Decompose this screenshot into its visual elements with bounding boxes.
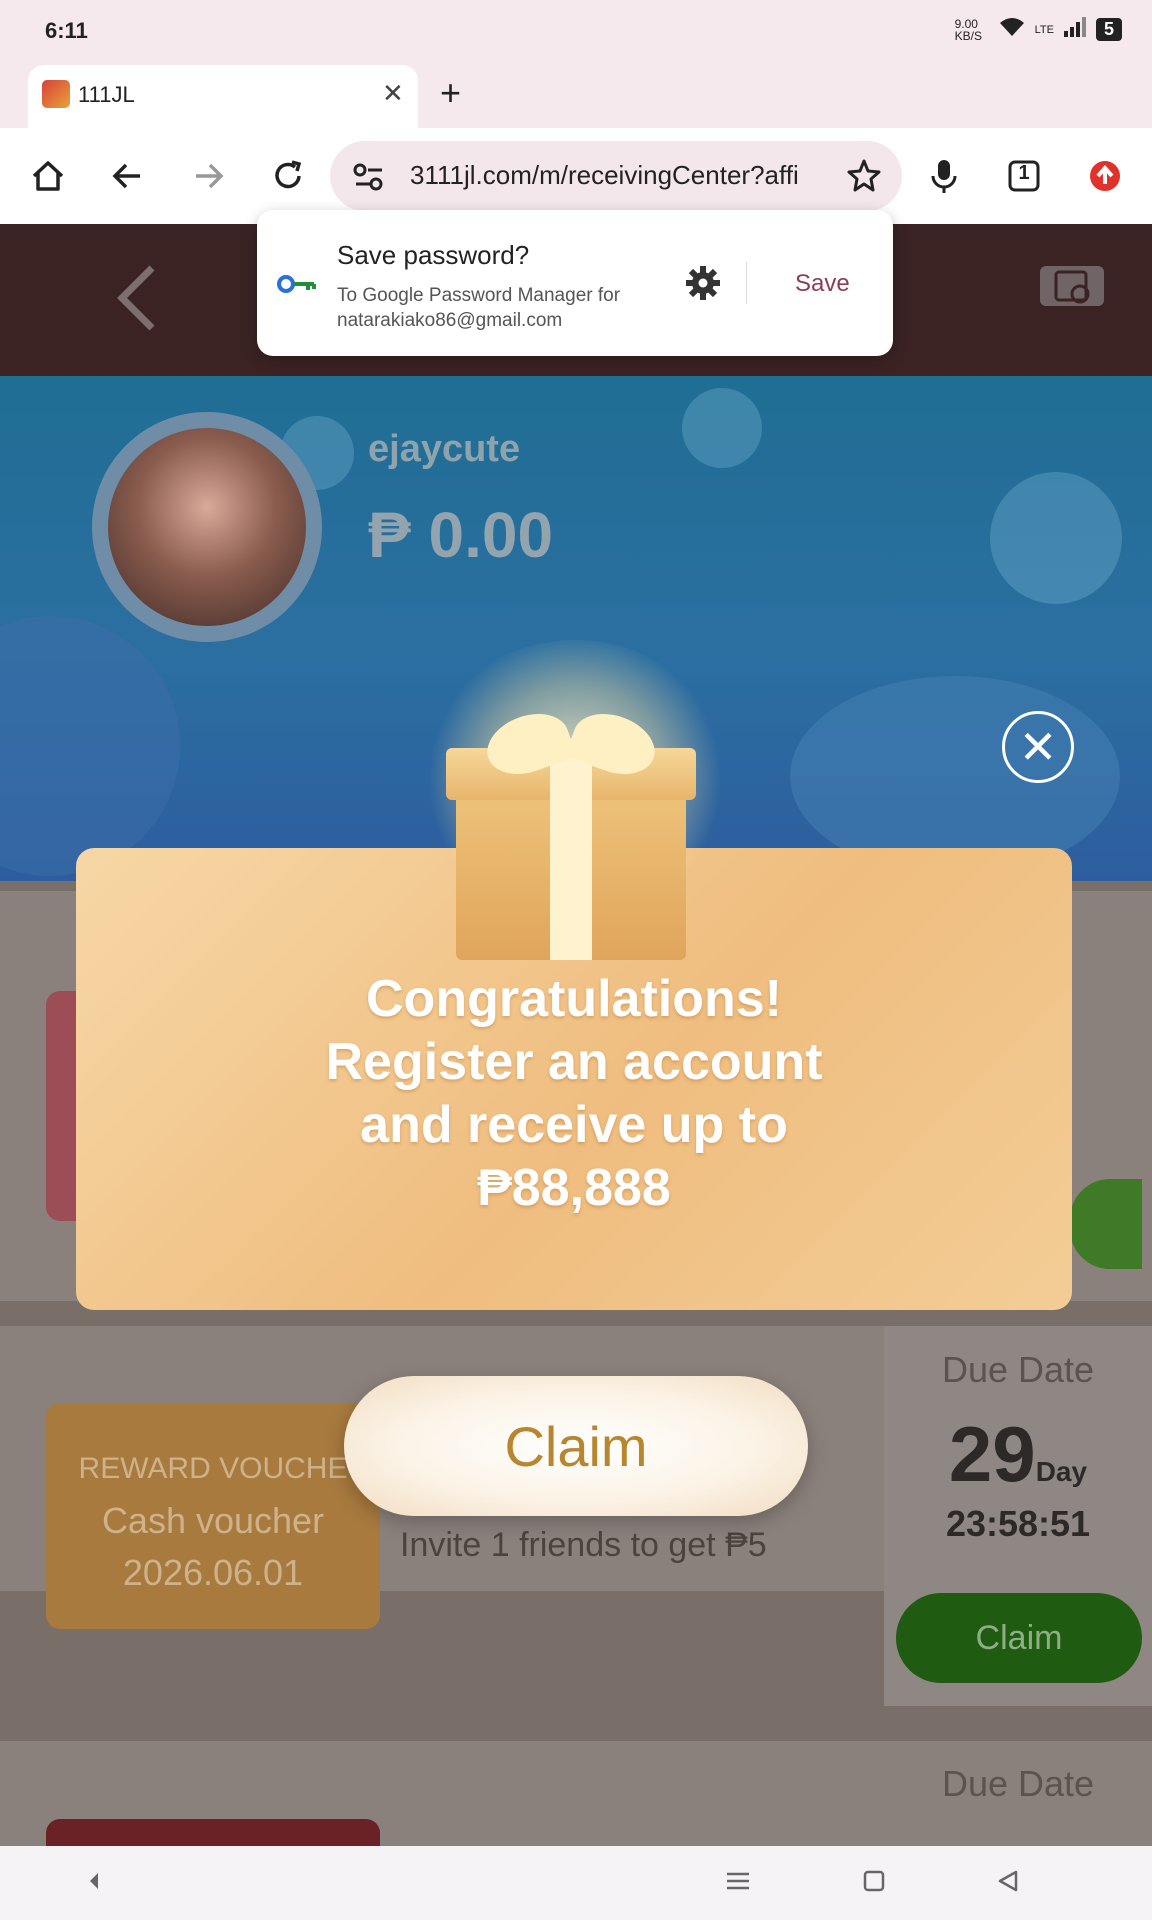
modal-title: Congratulations! bbox=[366, 970, 782, 1028]
voucher-description: Invite 1 friends to get ₱5 bbox=[400, 1526, 767, 1564]
modal-line-2: Register an account bbox=[325, 1033, 823, 1091]
calendar-ticket-icon[interactable] bbox=[1038, 262, 1106, 315]
status-time: 6:11 bbox=[45, 18, 88, 43]
forward-arrow-icon[interactable] bbox=[188, 156, 228, 196]
voucher-label: REWARD VOUCHE Cash voucher 2026.06.01 bbox=[46, 1443, 380, 1599]
network-speed: 9.00 KB/S bbox=[954, 16, 982, 43]
tab-count: 1 bbox=[1018, 162, 1030, 184]
divider bbox=[746, 262, 747, 304]
status-icons: 9.00 KB/S LTE 5 bbox=[955, 16, 1122, 43]
wifi-icon bbox=[999, 16, 1025, 43]
claim-button[interactable]: Claim bbox=[344, 1376, 808, 1516]
close-modal-icon[interactable]: ✕ bbox=[1002, 711, 1074, 783]
modal-amount: ₱88,888 bbox=[477, 1159, 671, 1217]
signal-icon bbox=[1063, 17, 1086, 42]
lte-label: LTE bbox=[1034, 23, 1054, 36]
home-icon[interactable] bbox=[28, 156, 68, 196]
key-icon bbox=[276, 272, 318, 301]
due-date-label: Due Date bbox=[941, 1349, 1095, 1390]
back-button-icon[interactable] bbox=[996, 1868, 1020, 1900]
balance: ₱ 0.00 bbox=[368, 499, 554, 571]
microphone-icon[interactable] bbox=[924, 156, 964, 196]
bookmark-star-icon[interactable] bbox=[844, 156, 884, 196]
menu-icon[interactable] bbox=[724, 1868, 752, 1900]
back-arrow-icon[interactable] bbox=[108, 156, 148, 196]
save-password-button[interactable]: Save bbox=[795, 270, 850, 298]
gear-icon[interactable] bbox=[684, 264, 722, 307]
gift-ribbon bbox=[550, 748, 592, 960]
new-tab-icon[interactable]: + bbox=[440, 72, 461, 114]
site-favicon-icon bbox=[42, 80, 70, 108]
page-back-icon[interactable] bbox=[112, 262, 160, 339]
battery-icon: 5 bbox=[1095, 18, 1122, 41]
days-unit: Day bbox=[1035, 1456, 1088, 1487]
save-password-subtitle: To Google Password Manager for natarakia… bbox=[337, 285, 621, 331]
reload-icon[interactable] bbox=[268, 156, 308, 196]
due-date-label: Due Date bbox=[941, 1763, 1095, 1804]
tab-title: 111JL bbox=[78, 82, 135, 107]
voucher-name: Cash voucher bbox=[101, 1500, 325, 1541]
save-password-title: Save password? bbox=[337, 240, 530, 270]
days-number: 29 bbox=[948, 1410, 1036, 1498]
voucher-date: 2026.06.01 bbox=[122, 1552, 304, 1593]
home-button-icon[interactable] bbox=[862, 1868, 886, 1900]
system-nav-bar bbox=[0, 1846, 1152, 1920]
voucher-type: REWARD VOUCHE bbox=[78, 1452, 348, 1485]
site-settings-icon[interactable] bbox=[352, 162, 386, 197]
username: ejaycute bbox=[368, 428, 521, 470]
modal-line-3: and receive up to bbox=[360, 1096, 788, 1154]
claim-voucher-button[interactable]: Claim bbox=[896, 1593, 1142, 1683]
modal-message: Congratulations! Register an account and… bbox=[76, 968, 1072, 1220]
avatar[interactable] bbox=[108, 428, 306, 626]
due-days: 29Day bbox=[884, 1409, 1152, 1500]
close-tab-icon[interactable]: ✕ bbox=[382, 78, 404, 109]
update-icon[interactable] bbox=[1085, 156, 1125, 196]
keyboard-hide-icon[interactable] bbox=[84, 1868, 104, 1900]
list-item-claim-partial bbox=[1070, 1179, 1142, 1269]
url-text[interactable]: 3111jl.com/m/receivingCenter?affi bbox=[410, 160, 810, 191]
countdown-timer: 23:58:51 bbox=[945, 1503, 1091, 1544]
